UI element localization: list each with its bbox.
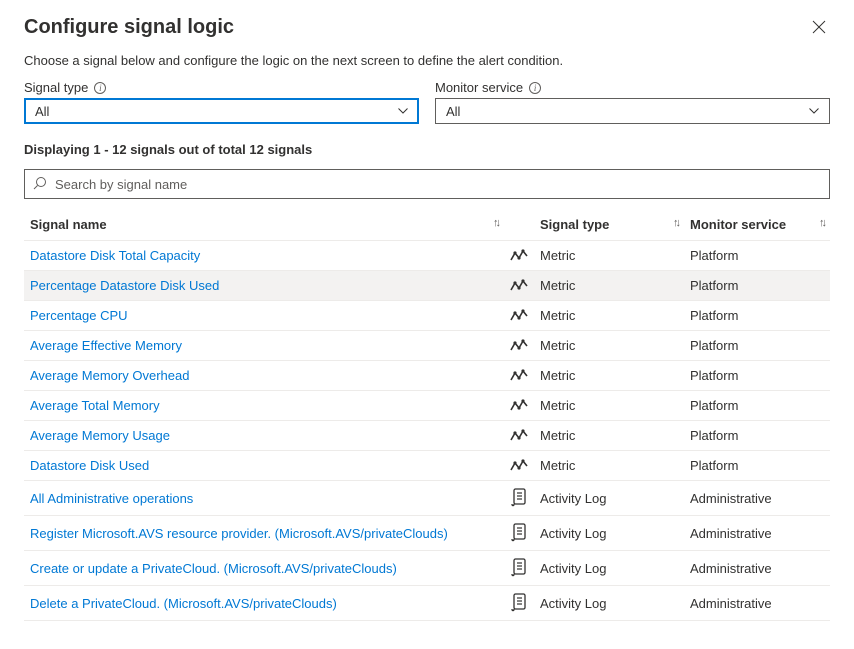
monitor-service-cell: Administrative bbox=[684, 516, 830, 551]
search-input[interactable] bbox=[53, 176, 821, 193]
table-row[interactable]: Percentage Datastore Disk Used MetricPlat… bbox=[24, 271, 830, 301]
signal-type-cell: Metric bbox=[534, 421, 684, 451]
signal-type-cell: Metric bbox=[534, 241, 684, 271]
signals-table: Signal name ↑↓ Signal type ↑↓ Monitor se… bbox=[24, 209, 830, 621]
metric-icon bbox=[504, 241, 534, 271]
column-monitor-service[interactable]: Monitor service ↑↓ bbox=[684, 209, 830, 241]
signal-type-cell: Metric bbox=[534, 451, 684, 481]
monitor-service-cell: Administrative bbox=[684, 586, 830, 621]
signal-type-cell: Activity Log bbox=[534, 586, 684, 621]
chevron-down-icon bbox=[809, 106, 819, 117]
table-row[interactable]: Average Effective Memory MetricPlatform bbox=[24, 331, 830, 361]
activity-log-icon bbox=[504, 516, 534, 551]
sort-icon: ↑↓ bbox=[493, 217, 498, 229]
table-row[interactable]: Average Total Memory MetricPlatform bbox=[24, 391, 830, 421]
signal-link[interactable]: Average Effective Memory bbox=[30, 338, 182, 353]
signal-type-label: Signal type bbox=[24, 80, 88, 95]
monitor-service-label: Monitor service bbox=[435, 80, 523, 95]
signal-link[interactable]: Average Total Memory bbox=[30, 398, 160, 413]
signal-link[interactable]: All Administrative operations bbox=[30, 491, 193, 506]
table-row[interactable]: Create or update a PrivateCloud. (Micros… bbox=[24, 551, 830, 586]
activity-log-icon bbox=[504, 551, 534, 586]
table-row[interactable]: All Administrative operations Activity Lo… bbox=[24, 481, 830, 516]
info-icon[interactable]: i bbox=[529, 82, 541, 94]
panel-subtitle: Choose a signal below and configure the … bbox=[24, 53, 830, 68]
signal-link[interactable]: Average Memory Overhead bbox=[30, 368, 189, 383]
signal-link[interactable]: Delete a PrivateCloud. (Microsoft.AVS/pr… bbox=[30, 596, 337, 611]
signal-link[interactable]: Percentage CPU bbox=[30, 308, 128, 323]
table-row[interactable]: Datastore Disk Total Capacity MetricPlatf… bbox=[24, 241, 830, 271]
monitor-service-cell: Platform bbox=[684, 331, 830, 361]
activity-log-icon bbox=[504, 586, 534, 621]
column-signal-name[interactable]: Signal name ↑↓ bbox=[24, 209, 504, 241]
column-signal-type[interactable]: Signal type ↑↓ bbox=[534, 209, 684, 241]
signal-link[interactable]: Register Microsoft.AVS resource provider… bbox=[30, 526, 448, 541]
signal-type-cell: Metric bbox=[534, 391, 684, 421]
search-box[interactable] bbox=[24, 169, 830, 199]
monitor-service-cell: Platform bbox=[684, 391, 830, 421]
signal-type-cell: Activity Log bbox=[534, 481, 684, 516]
chevron-down-icon bbox=[398, 106, 408, 117]
signal-type-cell: Metric bbox=[534, 331, 684, 361]
monitor-service-cell: Platform bbox=[684, 271, 830, 301]
table-row[interactable]: Average Memory Usage MetricPlatform bbox=[24, 421, 830, 451]
sort-icon: ↑↓ bbox=[819, 217, 824, 229]
table-row[interactable]: Register Microsoft.AVS resource provider… bbox=[24, 516, 830, 551]
signal-link[interactable]: Percentage Datastore Disk Used bbox=[30, 278, 219, 293]
metric-icon bbox=[504, 271, 534, 301]
search-icon bbox=[33, 176, 47, 193]
table-row[interactable]: Percentage CPU MetricPlatform bbox=[24, 301, 830, 331]
table-row[interactable]: Average Memory Overhead MetricPlatform bbox=[24, 361, 830, 391]
monitor-service-cell: Administrative bbox=[684, 481, 830, 516]
panel-title: Configure signal logic bbox=[24, 16, 234, 39]
signal-type-cell: Activity Log bbox=[534, 516, 684, 551]
signal-type-value: All bbox=[35, 104, 49, 119]
sort-icon: ↑↓ bbox=[673, 217, 678, 229]
signal-link[interactable]: Average Memory Usage bbox=[30, 428, 170, 443]
metric-icon bbox=[504, 361, 534, 391]
metric-icon bbox=[504, 391, 534, 421]
signal-type-cell: Metric bbox=[534, 361, 684, 391]
monitor-service-dropdown[interactable]: All bbox=[435, 98, 830, 124]
close-icon bbox=[812, 20, 826, 34]
signal-type-cell: Activity Log bbox=[534, 551, 684, 586]
table-row[interactable]: Datastore Disk Used MetricPlatform bbox=[24, 451, 830, 481]
metric-icon bbox=[504, 331, 534, 361]
result-count: Displaying 1 - 12 signals out of total 1… bbox=[24, 142, 830, 157]
info-icon[interactable]: i bbox=[94, 82, 106, 94]
metric-icon bbox=[504, 301, 534, 331]
monitor-service-cell: Platform bbox=[684, 361, 830, 391]
metric-icon bbox=[504, 451, 534, 481]
monitor-service-value: All bbox=[446, 104, 460, 119]
activity-log-icon bbox=[504, 481, 534, 516]
monitor-service-cell: Platform bbox=[684, 421, 830, 451]
signal-type-cell: Metric bbox=[534, 271, 684, 301]
table-row[interactable]: Delete a PrivateCloud. (Microsoft.AVS/pr… bbox=[24, 586, 830, 621]
monitor-service-cell: Platform bbox=[684, 241, 830, 271]
signal-link[interactable]: Datastore Disk Used bbox=[30, 458, 149, 473]
signal-type-dropdown[interactable]: All bbox=[24, 98, 419, 124]
signal-type-cell: Metric bbox=[534, 301, 684, 331]
signal-link[interactable]: Datastore Disk Total Capacity bbox=[30, 248, 200, 263]
monitor-service-cell: Platform bbox=[684, 301, 830, 331]
metric-icon bbox=[504, 421, 534, 451]
monitor-service-cell: Platform bbox=[684, 451, 830, 481]
monitor-service-cell: Administrative bbox=[684, 551, 830, 586]
close-button[interactable] bbox=[808, 16, 830, 42]
signal-link[interactable]: Create or update a PrivateCloud. (Micros… bbox=[30, 561, 397, 576]
